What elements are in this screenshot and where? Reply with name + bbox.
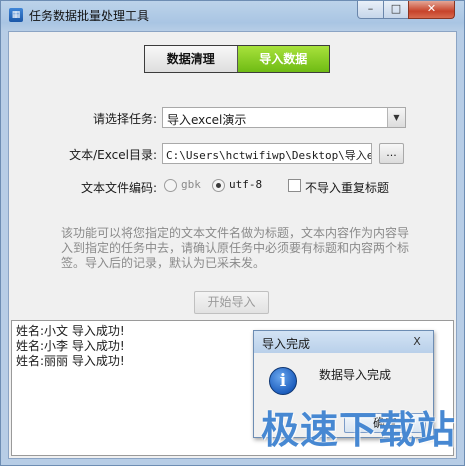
- app-window: ▦ 任务数据批量处理工具 – □ ✕ 数据清理 导入数据 请选择任务: 导入ex…: [0, 0, 465, 466]
- encoding-utf8-label: utf-8: [229, 178, 263, 191]
- tab-bar: 数据清理 导入数据: [144, 45, 330, 73]
- description-text: 该功能可以将您指定的文本文件名做为标题，文本内容作为内容导入到指定的任务中去，请…: [61, 226, 410, 270]
- dialog-close-icon[interactable]: X: [408, 334, 426, 349]
- chevron-down-icon[interactable]: ▼: [387, 108, 405, 127]
- dialog-message: 数据导入完成: [319, 368, 392, 382]
- dialog-title-bar[interactable]: 导入完成 X: [254, 331, 433, 353]
- dialog-title: 导入完成: [262, 337, 311, 351]
- encoding-gbk-radio[interactable]: [164, 179, 177, 192]
- browse-button[interactable]: ...: [379, 143, 404, 164]
- tab-import-data[interactable]: 导入数据: [237, 46, 329, 72]
- directory-label: 文本/Excel目录:: [69, 148, 157, 162]
- encoding-label: 文本文件编码:: [80, 181, 157, 195]
- tab-data-clean[interactable]: 数据清理: [145, 46, 238, 72]
- info-icon: i: [269, 367, 297, 395]
- directory-input[interactable]: C:\Users\hctwifiwp\Desktop\导入exc: [162, 143, 372, 164]
- task-select-value: 导入excel演示: [167, 113, 247, 127]
- task-select[interactable]: 导入excel演示 ▼: [162, 107, 406, 128]
- no-duplicate-title-label: 不导入重复标题: [305, 181, 390, 195]
- maximize-button[interactable]: □: [383, 1, 409, 19]
- minimize-button[interactable]: –: [357, 1, 384, 19]
- encoding-gbk-label: gbk: [181, 178, 201, 191]
- no-duplicate-title-checkbox[interactable]: [288, 179, 301, 192]
- start-import-button[interactable]: 开始导入: [194, 291, 269, 314]
- encoding-utf8-radio[interactable]: [212, 179, 225, 192]
- title-bar[interactable]: ▦ 任务数据批量处理工具 – □ ✕: [1, 1, 464, 31]
- window-title: 任务数据批量处理工具: [29, 9, 150, 23]
- task-label: 请选择任务:: [92, 112, 157, 126]
- app-icon: ▦: [9, 8, 23, 22]
- close-button[interactable]: ✕: [408, 1, 455, 19]
- watermark-logo: 极速下载站: [261, 408, 457, 452]
